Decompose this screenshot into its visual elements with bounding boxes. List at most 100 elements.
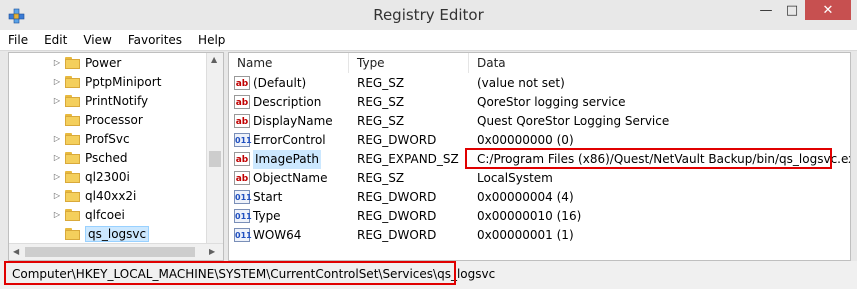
column-header-type[interactable]: Type: [349, 53, 469, 73]
menu-favorites[interactable]: Favorites: [120, 33, 190, 47]
tree-item[interactable]: ▷ ql40xx2i: [9, 186, 136, 205]
folder-icon: [65, 56, 81, 69]
expand-arrow-icon[interactable]: ▷: [51, 210, 63, 219]
tree-item[interactable]: ▷ PptpMiniport: [9, 72, 161, 91]
window-controls: — □ ✕: [753, 0, 851, 22]
scroll-right-arrow-icon[interactable]: ▶: [209, 247, 215, 256]
tree-vertical-scroll-thumb[interactable]: [209, 151, 221, 167]
tree-item[interactable]: ▷ PrintNotify: [9, 91, 148, 110]
expand-arrow-icon[interactable]: ▷: [51, 172, 63, 181]
expand-arrow-icon[interactable]: ▷: [51, 96, 63, 105]
folder-icon: [65, 151, 81, 164]
value-row[interactable]: ab (Default) REG_SZ (value not set): [229, 74, 850, 93]
string-value-icon: ab: [234, 114, 250, 128]
value-type: REG_DWORD: [357, 228, 437, 242]
folder-icon: [65, 75, 81, 88]
tree-item-label: ProfSvc: [85, 131, 130, 146]
folder-icon: [65, 208, 81, 221]
column-header-data[interactable]: Data: [469, 53, 850, 73]
value-name: Start: [253, 190, 283, 204]
value-row[interactable]: ab ObjectName REG_SZ LocalSystem: [229, 169, 850, 188]
tree-item-label: PptpMiniport: [85, 74, 162, 89]
value-type: REG_SZ: [357, 76, 405, 90]
maximize-button[interactable]: □: [779, 0, 805, 20]
tree-item-label: Power: [85, 55, 122, 70]
value-name: ImagePath: [253, 150, 321, 169]
tree-vertical-scrollbar[interactable]: ▲: [206, 53, 223, 243]
value-data: QoreStor logging service: [477, 95, 626, 109]
value-type: REG_DWORD: [357, 190, 437, 204]
tree-item-label: qs_logsvc: [85, 225, 150, 242]
folder-icon: [65, 94, 81, 107]
tree-item[interactable]: ▷ qlfcoei: [9, 205, 125, 224]
folder-icon: [65, 170, 81, 183]
dword-value-icon: 011: [234, 228, 252, 242]
folder-icon: [65, 113, 81, 126]
expand-arrow-icon[interactable]: ▷: [51, 77, 63, 86]
scroll-left-arrow-icon[interactable]: ◀: [13, 247, 19, 256]
value-row[interactable]: 011 Start REG_DWORD 0x00000004 (4): [229, 188, 850, 207]
column-header-name[interactable]: Name: [229, 53, 349, 73]
menu-view[interactable]: View: [75, 33, 119, 47]
tree-item[interactable]: Processor: [9, 110, 143, 129]
value-row[interactable]: ab Description REG_SZ QoreStor logging serv…: [229, 93, 850, 112]
string-value-icon: ab: [234, 152, 250, 166]
value-name: DisplayName: [253, 114, 333, 128]
tree-horizontal-scrollbar[interactable]: ◀ ▶: [9, 243, 223, 260]
value-name: WOW64: [253, 228, 302, 242]
tree-item[interactable]: ▷ ql2300i: [9, 167, 130, 186]
value-data: 0x00000001 (1): [477, 228, 574, 242]
value-name: Description: [253, 95, 322, 109]
value-data: 0x00000004 (4): [477, 190, 574, 204]
value-type: REG_DWORD: [357, 133, 437, 147]
value-data: Quest QoreStor Logging Service: [477, 114, 670, 128]
value-data: (value not set): [477, 76, 565, 90]
title-bar[interactable]: Registry Editor — □ ✕: [0, 0, 857, 30]
string-value-icon: ab: [234, 95, 250, 109]
value-type: REG_SZ: [357, 171, 405, 185]
value-row[interactable]: ab DisplayName REG_SZ Quest QoreStor Loggin…: [229, 112, 850, 131]
status-path-highlight-annotation: [4, 261, 456, 285]
value-name: Type: [253, 209, 281, 223]
close-button[interactable]: ✕: [805, 0, 851, 20]
value-type: REG_EXPAND_SZ: [357, 152, 459, 166]
expand-arrow-icon[interactable]: ▷: [51, 153, 63, 162]
folder-icon: [65, 189, 81, 202]
folder-icon: [65, 132, 81, 145]
dword-value-icon: 011: [234, 190, 252, 204]
menu-edit[interactable]: Edit: [36, 33, 75, 47]
expand-arrow-icon[interactable]: ▷: [51, 58, 63, 67]
dword-value-icon: 011: [234, 133, 252, 147]
window-title: Registry Editor: [373, 6, 484, 24]
minimize-button[interactable]: —: [753, 0, 779, 20]
value-name: ObjectName: [253, 171, 328, 185]
value-data: LocalSystem: [477, 171, 553, 185]
menu-help[interactable]: Help: [190, 33, 233, 47]
expand-arrow-icon[interactable]: ▷: [51, 191, 63, 200]
tree-item-label: PrintNotify: [85, 93, 149, 108]
value-type: REG_SZ: [357, 95, 405, 109]
value-row[interactable]: 011 Type REG_DWORD 0x00000010 (16): [229, 207, 850, 226]
tree-item[interactable]: ▷ Psched: [9, 148, 128, 167]
tree-item-label: ql2300i: [85, 169, 130, 184]
string-value-icon: ab: [234, 171, 250, 185]
tree-item-label: Processor: [85, 112, 143, 127]
folder-icon: [65, 227, 81, 240]
tree-item[interactable]: ▷ Power: [9, 53, 121, 72]
string-value-icon: ab: [234, 76, 250, 90]
tree-item[interactable]: qs_logsvc: [9, 224, 150, 243]
value-data: 0x00000010 (16): [477, 209, 582, 223]
menu-file[interactable]: File: [0, 33, 36, 47]
value-name: ErrorControl: [253, 133, 326, 147]
tree-item-label: qlfcoei: [85, 207, 125, 222]
scroll-up-arrow-icon[interactable]: ▲: [211, 55, 217, 64]
tree-horizontal-scroll-thumb[interactable]: [25, 247, 195, 257]
tree-item[interactable]: ▷ ProfSvc: [9, 129, 130, 148]
expand-arrow-icon[interactable]: ▷: [51, 134, 63, 143]
dword-value-icon: 011: [234, 209, 252, 223]
tree-item-label: Psched: [85, 150, 128, 165]
registry-key-tree[interactable]: ▷ Power ▷ PptpMiniport ▷ PrintNotify Processor…: [8, 52, 224, 261]
registry-editor-window: Registry Editor — □ ✕ File Edit View Fav…: [0, 0, 857, 289]
value-row[interactable]: 011 WOW64 REG_DWORD 0x00000001 (1): [229, 226, 850, 245]
value-name: (Default): [253, 76, 307, 90]
